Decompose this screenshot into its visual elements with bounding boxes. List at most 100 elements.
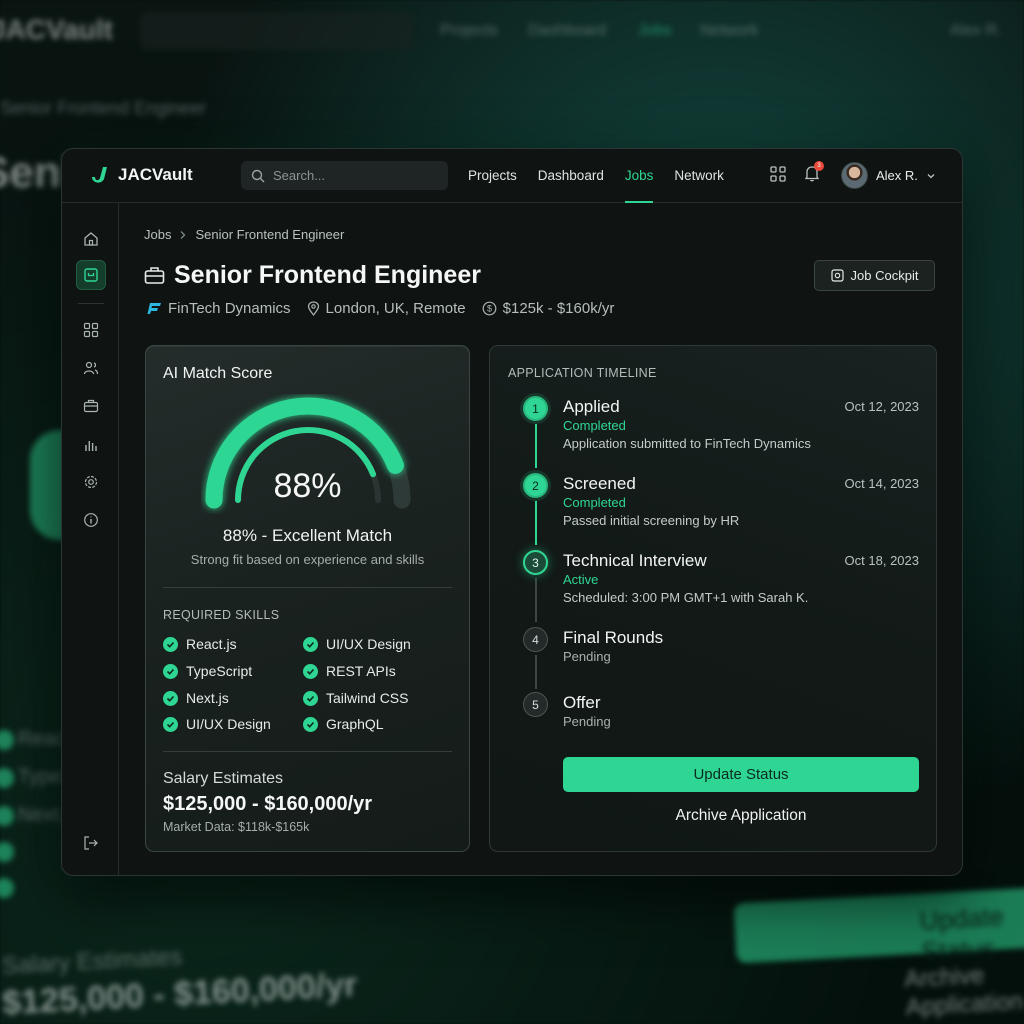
sidebar-item-info[interactable] [76,505,106,535]
sidebar-item-logout[interactable] [76,828,106,858]
logo[interactable]: JACVault [88,164,193,186]
grid-icon[interactable] [770,165,786,182]
timeline-heading: APPLICATION TIMELINE [508,366,657,380]
sidebar-item-briefcase[interactable] [76,391,106,421]
timeline-connector [535,655,537,689]
bg-check [0,730,14,750]
cockpit-icon [830,269,844,282]
bg-nav-network: Network [700,22,759,39]
main-nav: Projects Dashboard Jobs Network [468,149,724,203]
timeline-step-date: Oct 14, 2023 [844,476,919,491]
sidebar-item-settings[interactable] [76,467,106,497]
app-name: JACVault [118,165,193,184]
sidebar-item-jobs[interactable] [76,260,106,290]
skills-heading: REQUIRED SKILLS [163,608,280,622]
avatar [841,162,868,189]
timeline-step-status: Pending [563,649,611,664]
breadcrumb-root[interactable]: Jobs [144,227,171,242]
sidebar-item-home[interactable] [76,224,106,254]
nav-jobs[interactable]: Jobs [624,149,653,203]
skill-item: GraphQL [303,716,384,732]
bg-check [0,842,14,862]
bg-check [0,806,14,826]
timeline-step-status: Active [563,572,599,587]
notification-badge: 3 [814,161,824,171]
job-cockpit-label: Job Cockpit [850,268,919,283]
timeline-step-title: Offer [563,693,601,712]
briefcase-icon [83,399,99,413]
match-subtitle: Strong fit based on experience and skill… [190,552,425,567]
job-meta: FinTech Dynamics London, UK, Remote $ $1… [147,300,614,317]
breadcrumb-current: Senior Frontend Engineer [195,227,345,242]
home-icon [84,232,98,246]
logo-icon [92,167,107,183]
company-name[interactable]: FinTech Dynamics [168,300,291,317]
timeline-step-description: Application submitted to FinTech Dynamic… [563,436,811,451]
bg-nav-jobs: Jobs [638,22,672,39]
bg-nav-dashboard: Dashboard [528,22,607,39]
bg-check [0,768,14,788]
user-name: Alex R. [876,168,918,183]
skill-label: GraphQL [326,716,384,732]
check-icon [163,716,178,732]
bg-nav-projects: Projects [440,22,498,39]
location-text: London, UK, Remote [325,300,466,317]
timeline-connector [535,424,537,468]
top-icons: 3 [770,161,824,182]
user-menu[interactable]: Alex R. [841,162,936,189]
ai-match-card: AI Match Score 88% 88% - Excellent Match… [145,345,470,852]
timeline-step-title: Screened [563,474,636,493]
breadcrumb: Jobs Senior Frontend Engineer [144,227,344,242]
salary-value: $125,000 - $160,000/yr [163,793,373,815]
notifications-button[interactable]: 3 [804,161,824,182]
application-timeline-card: APPLICATION TIMELINE 1 Applied Completed… [489,345,937,852]
bg-check [0,878,14,898]
main-content: Jobs Senior Frontend Engineer Senior Fro… [119,203,962,875]
job-header: Senior Frontend Engineer [144,261,481,290]
sidebar-item-users[interactable] [76,353,106,383]
skill-label: REST APIs [326,663,396,679]
job-cockpit-button[interactable]: Job Cockpit [814,260,935,291]
skill-item: UI/UX Design [163,716,271,732]
skill-item: REST APIs [303,663,396,679]
skill-label: UI/UX Design [186,716,271,732]
skill-label: UI/UX Design [326,636,411,652]
salary-range: $ $125k - $160k/yr [482,300,615,317]
skill-label: Tailwind CSS [326,690,409,706]
timeline-step-title: Applied [563,397,620,416]
timeline-connector [535,501,537,545]
salary-range-text: $125k - $160k/yr [502,300,615,317]
svg-text:$: $ [487,304,492,314]
top-bar: JACVault Projects Dashboard Jobs Network [62,149,962,203]
salary-label: Salary Estimates [163,770,284,787]
briefcase-title-icon [144,267,165,284]
sidebar-item-analytics[interactable] [76,430,106,460]
timeline-step-description: Scheduled: 3:00 PM GMT+1 with Sarah K. [563,590,809,605]
skill-item: UI/UX Design [303,636,411,652]
users-icon [83,361,99,375]
ai-match-title: AI Match Score [163,365,273,382]
nav-network[interactable]: Network [674,149,724,203]
timeline-connector [535,578,537,622]
skill-label: Next.js [186,690,229,706]
page-title: Senior Frontend Engineer [174,261,481,289]
check-icon [163,663,178,679]
search-input[interactable] [273,168,423,183]
info-icon [84,513,98,527]
match-label: 88% - Excellent Match [222,526,393,545]
sidebar-item-apps[interactable] [76,315,106,345]
update-status-button[interactable]: Update Status [563,757,919,792]
nav-dashboard[interactable]: Dashboard [538,149,604,203]
nav-projects[interactable]: Projects [468,149,517,203]
timeline-step-marker: 4 [523,627,548,652]
company: FinTech Dynamics [147,300,291,317]
timeline-step-date: Oct 12, 2023 [844,399,919,414]
skill-item: Next.js [163,690,229,706]
location: London, UK, Remote [307,300,466,317]
timeline-step-marker: 5 [523,692,548,717]
skill-item: Tailwind CSS [303,690,408,706]
search-box[interactable] [241,161,448,190]
timeline-step-status: Pending [563,714,611,729]
timeline-step-status: Completed [563,418,626,433]
archive-application-button[interactable]: Archive Application [563,807,919,825]
